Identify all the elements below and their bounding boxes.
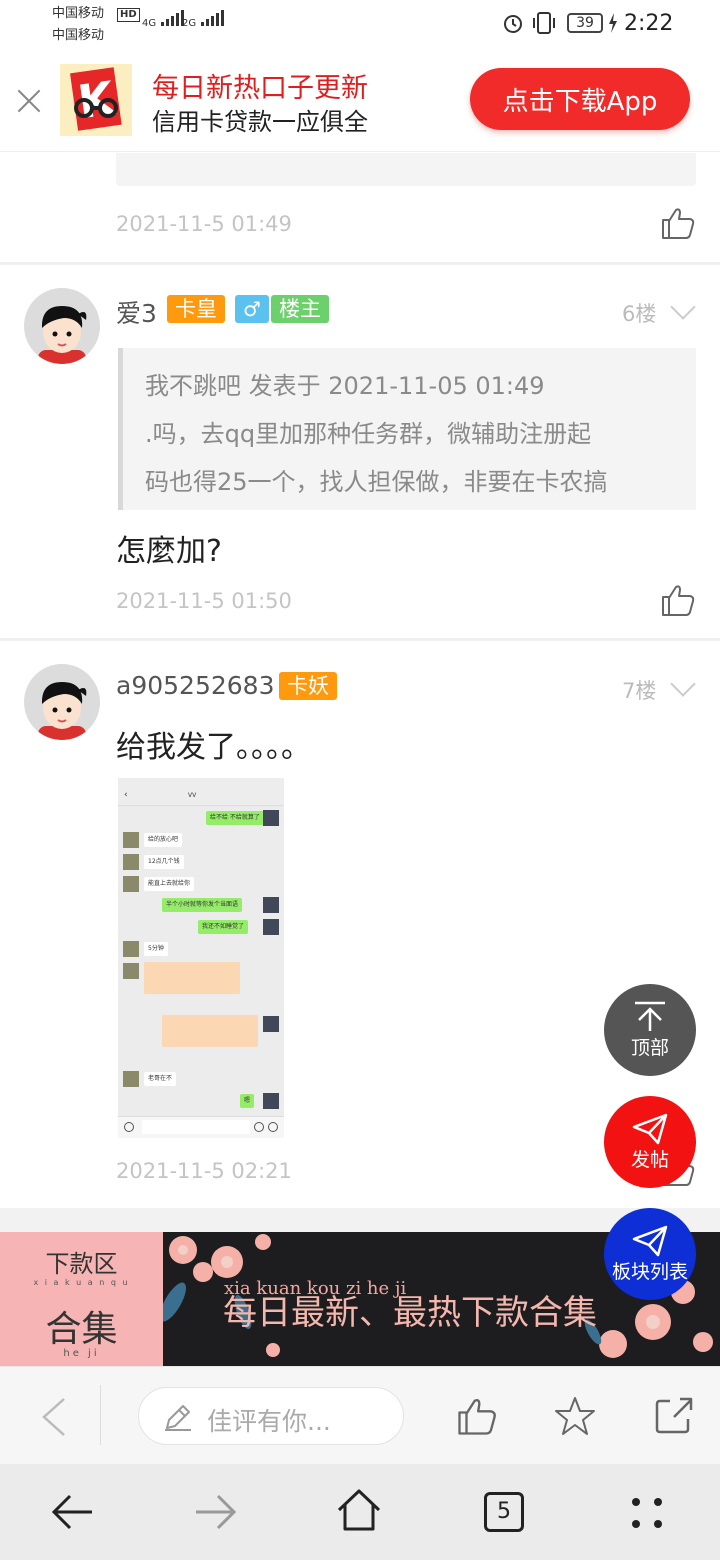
network-type-1: 4G bbox=[142, 18, 157, 29]
pencil-icon bbox=[165, 1405, 191, 1431]
quote-line: 码也得25一个，找人担保做，非要在卡农搞 bbox=[145, 468, 608, 496]
browser-nav-bar: 5 bbox=[0, 1464, 720, 1560]
post-body: 给我发了。。。。 bbox=[116, 730, 311, 765]
quoted-reply: 我不跳吧 发表于 2021-11-05 01:49 .吗，去qq里加那种任务群，… bbox=[118, 348, 696, 510]
home-icon[interactable] bbox=[336, 1488, 382, 1532]
chat-message: 12点几个钱 bbox=[144, 855, 184, 869]
tabs-count-button[interactable]: 5 bbox=[484, 1492, 524, 1532]
carrier-label-2: 中国移动 bbox=[52, 28, 105, 43]
floor-number: 6楼 bbox=[622, 302, 657, 326]
download-app-button[interactable]: 点击下载App bbox=[470, 68, 690, 130]
chat-message: 嗯 bbox=[240, 1094, 255, 1108]
share-icon[interactable] bbox=[654, 1395, 694, 1435]
quote-header: 我不跳吧 发表于 2021-11-05 01:49 bbox=[145, 372, 545, 400]
post-timestamp: 2021-11-5 01:50 bbox=[116, 589, 292, 613]
close-icon[interactable] bbox=[14, 86, 44, 116]
post-divider bbox=[0, 638, 720, 641]
chat-message: 能直上去就给你 bbox=[144, 877, 195, 891]
comment-placeholder: 佳评有你... bbox=[207, 1407, 331, 1436]
chat-message: 5分钟 bbox=[144, 942, 168, 956]
board-list-label: 板块列表 bbox=[611, 1260, 688, 1283]
alarm-icon bbox=[504, 15, 522, 33]
chat-message: 半个小时就等你发个当面语 bbox=[162, 898, 243, 912]
battery-level: 39 bbox=[567, 13, 603, 33]
ad-subtitle: 信用卡贷款一应俱全 bbox=[152, 108, 368, 136]
status-bar: 中国移动 HD 中国移动 4G 2G 39 2:22 bbox=[0, 0, 720, 52]
chat-screenshot-image[interactable]: ‹ VV 给不给 不给就算了 给的放心吧 12点几个钱 能直上去就给你 半个小时… bbox=[118, 778, 284, 1138]
banner-left-pinyin: x i a k u a n q u bbox=[33, 1278, 130, 1287]
new-post-label: 发帖 bbox=[630, 1148, 669, 1171]
back-to-top-label: 顶部 bbox=[630, 1036, 669, 1059]
post-action-bar: 佳评有你... bbox=[0, 1366, 720, 1464]
banner-left-title: 下款区 bbox=[45, 1250, 118, 1278]
clock: 2:22 bbox=[624, 11, 674, 36]
network-type-2: 2G bbox=[182, 18, 197, 29]
transfer-card bbox=[162, 1015, 258, 1047]
signal-2g-icon: 2G bbox=[182, 10, 225, 30]
back-arrow-icon[interactable] bbox=[50, 1492, 94, 1532]
post-divider bbox=[0, 262, 720, 265]
username[interactable]: 爱3 bbox=[116, 294, 157, 330]
signal-4g-icon: 4G bbox=[142, 10, 185, 30]
post-body: 怎麼加? bbox=[116, 534, 222, 569]
banner-left-panel: 下款区 x i a k u a n q u 合集 he ji bbox=[0, 1232, 163, 1366]
previous-post-content-tail bbox=[116, 153, 696, 186]
original-poster-badge: 楼主 bbox=[271, 295, 329, 323]
post-timestamp: 2021-11-5 02:21 bbox=[116, 1159, 292, 1183]
carrier-label-1: 中国移动 bbox=[52, 6, 105, 21]
banner-left-pinyin-2: he ji bbox=[63, 1348, 100, 1359]
board-list-button[interactable]: 板块列表 bbox=[604, 1208, 696, 1300]
star-icon[interactable] bbox=[554, 1395, 596, 1437]
hd-badge: HD bbox=[117, 8, 140, 22]
new-post-button[interactable]: 发帖 bbox=[604, 1096, 696, 1188]
thumbs-up-icon[interactable] bbox=[660, 582, 696, 618]
back-chevron-icon[interactable] bbox=[40, 1397, 68, 1437]
avatar[interactable] bbox=[24, 664, 100, 740]
chat-title: VV bbox=[188, 792, 197, 799]
arrow-up-icon bbox=[635, 1001, 665, 1031]
banner-right-main: 每日最新、最热下款合集 bbox=[223, 1293, 597, 1333]
paper-plane-icon bbox=[632, 1225, 668, 1256]
forward-arrow-icon[interactable] bbox=[194, 1492, 238, 1532]
charging-icon bbox=[609, 13, 617, 33]
vibrate-icon bbox=[533, 12, 555, 34]
app-download-banner: K 每日新热口子更新 信用卡贷款一应俱全 点击下载App bbox=[0, 52, 720, 152]
chat-message: 给的放心吧 bbox=[144, 833, 183, 847]
chat-message: 给不给 不给就算了 bbox=[206, 811, 264, 825]
chevron-down-icon[interactable] bbox=[670, 294, 696, 320]
quote-line: .吗，去qq里加那种任务群，微辅助注册起 bbox=[145, 420, 592, 448]
floor-number: 7楼 bbox=[622, 679, 657, 703]
transfer-card bbox=[144, 962, 240, 994]
back-to-top-button[interactable]: 顶部 bbox=[604, 984, 696, 1076]
paper-plane-icon bbox=[632, 1113, 668, 1144]
rank-badge: 卡皇 bbox=[167, 295, 225, 323]
divider bbox=[100, 1385, 101, 1445]
chat-message: 老哥在不 bbox=[144, 1072, 177, 1086]
rank-badge: 卡妖 bbox=[279, 672, 337, 700]
more-menu-icon[interactable] bbox=[628, 1494, 668, 1534]
comment-input[interactable]: 佳评有你... bbox=[138, 1387, 404, 1445]
thumbs-up-icon[interactable] bbox=[660, 205, 696, 241]
post-timestamp: 2021-11-5 01:49 bbox=[116, 212, 292, 236]
chevron-down-icon[interactable] bbox=[670, 671, 696, 697]
banner-left-main: 合集 bbox=[45, 1309, 118, 1350]
avatar[interactable] bbox=[24, 288, 100, 364]
chat-message: 我还不如睡觉了 bbox=[198, 920, 249, 934]
gender-male-icon: ♂ bbox=[235, 295, 269, 323]
ad-title: 每日新热口子更新 bbox=[152, 73, 368, 104]
username[interactable]: a905252683 bbox=[116, 671, 274, 700]
app-logo: K bbox=[60, 64, 132, 136]
thumbs-up-icon[interactable] bbox=[456, 1395, 498, 1437]
